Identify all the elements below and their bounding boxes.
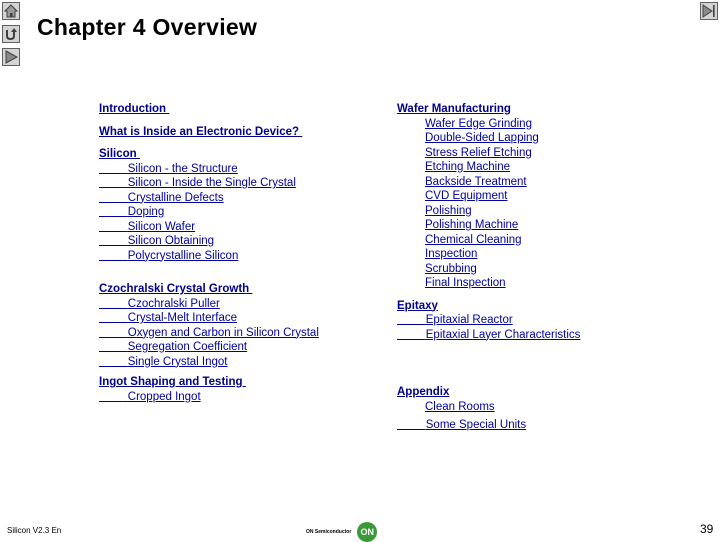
- toc-link-inside-device[interactable]: What is Inside an Electronic Device?: [99, 125, 319, 140]
- home-icon: [4, 4, 18, 18]
- skip-to-end-icon: [702, 4, 715, 18]
- return-button[interactable]: [2, 25, 20, 43]
- toc-heading-silicon[interactable]: Silicon: [99, 147, 319, 162]
- toc-link-polishing-machine[interactable]: Polishing Machine: [425, 218, 580, 233]
- toc-link-silicon-structure[interactable]: Silicon - the Structure: [99, 162, 319, 177]
- toc-link-silicon-obtaining[interactable]: Silicon Obtaining: [99, 234, 319, 249]
- toc-link-etching-machine[interactable]: Etching Machine: [425, 160, 580, 175]
- toc-link-double-sided-lapping[interactable]: Double-Sided Lapping: [425, 131, 580, 146]
- toc-heading-ingot-shaping[interactable]: Ingot Shaping and Testing: [99, 375, 319, 390]
- toc-right-column: Wafer Manufacturing Wafer Edge Grinding …: [397, 102, 580, 433]
- home-button[interactable]: [2, 2, 20, 20]
- brand-logo: ON Semiconductor ON: [306, 522, 378, 542]
- last-slide-button[interactable]: [700, 2, 718, 20]
- toc-link-crystal-melt-interface[interactable]: Crystal-Melt Interface: [99, 311, 319, 326]
- toc-link-special-units[interactable]: Some Special Units: [397, 418, 580, 433]
- toc-link-polishing[interactable]: Polishing: [425, 204, 580, 219]
- on-logo-icon: ON: [357, 522, 378, 542]
- toc-link-clean-rooms[interactable]: Clean Rooms: [425, 400, 580, 415]
- toc-heading-wafer-manufacturing[interactable]: Wafer Manufacturing: [397, 102, 580, 117]
- return-icon: [6, 28, 17, 41]
- next-button[interactable]: [2, 48, 20, 66]
- toc-link-silicon-single-crystal[interactable]: Silicon - Inside the Single Crystal: [99, 176, 319, 191]
- toc-link-backside-treatment[interactable]: Backside Treatment: [425, 175, 580, 190]
- toc-link-scrubbing[interactable]: Scrubbing: [425, 262, 580, 277]
- toc-heading-epitaxy[interactable]: Epitaxy: [397, 299, 580, 314]
- toc-link-epitaxial-reactor[interactable]: Epitaxial Reactor: [397, 313, 580, 328]
- page-number: 39: [700, 522, 714, 536]
- toc-link-introduction[interactable]: Introduction: [99, 102, 319, 117]
- toc-link-czochralski-puller[interactable]: Czochralski Puller: [99, 297, 319, 312]
- toc-heading-appendix[interactable]: Appendix: [397, 385, 580, 400]
- toc-link-stress-relief-etching[interactable]: Stress Relief Etching: [425, 146, 580, 161]
- brand-name: ON Semiconductor: [306, 529, 352, 535]
- toc-link-crystalline-defects[interactable]: Crystalline Defects: [99, 191, 319, 206]
- toc-link-epitaxial-layer[interactable]: Epitaxial Layer Characteristics: [397, 328, 581, 343]
- toc-link-silicon-wafer[interactable]: Silicon Wafer: [99, 220, 319, 235]
- toc-link-final-inspection[interactable]: Final Inspection: [425, 276, 580, 291]
- toc-link-single-crystal-ingot[interactable]: Single Crystal Ingot: [99, 355, 319, 370]
- toc-heading-czochralski[interactable]: Czochralski Crystal Growth: [99, 282, 319, 297]
- page-title: Chapter 4 Overview: [37, 14, 258, 40]
- toc-link-segregation-coefficient[interactable]: Segregation Coefficient: [99, 340, 319, 355]
- toc-link-polycrystalline-silicon[interactable]: Polycrystalline Silicon: [99, 249, 319, 264]
- play-next-icon: [5, 50, 18, 64]
- toc-link-doping[interactable]: Doping: [99, 205, 319, 220]
- toc-link-cropped-ingot[interactable]: Cropped Ingot: [99, 390, 319, 405]
- toc-link-inspection[interactable]: Inspection: [425, 247, 580, 262]
- toc-link-oxygen-carbon[interactable]: Oxygen and Carbon in Silicon Crystal: [99, 326, 319, 341]
- toc-link-cvd-equipment[interactable]: CVD Equipment: [425, 189, 580, 204]
- toc-link-wafer-edge-grinding[interactable]: Wafer Edge Grinding: [425, 117, 580, 132]
- toc-left-column: Introduction What is Inside an Electroni…: [99, 102, 319, 404]
- toc-link-chemical-cleaning[interactable]: Chemical Cleaning: [425, 233, 580, 248]
- footer-version: Silicon V2.3 En: [7, 526, 62, 535]
